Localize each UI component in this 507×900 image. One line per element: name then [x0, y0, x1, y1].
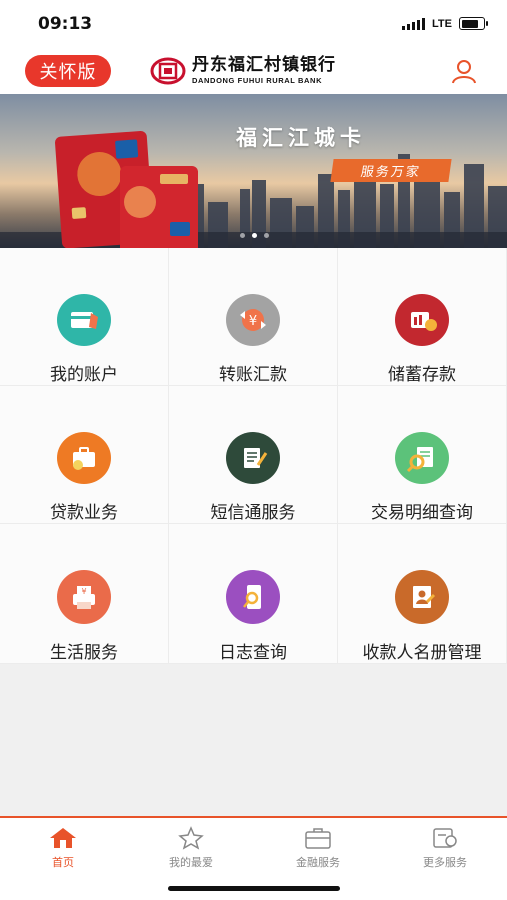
savings-deposit-icon	[395, 294, 449, 346]
loan-briefcase-icon	[57, 432, 111, 484]
more-services-icon	[433, 828, 457, 848]
tab-home[interactable]: 首页	[13, 826, 113, 870]
life-service-printer-icon: ¥	[57, 570, 111, 624]
promo-banner[interactable]: 福汇江城卡 服务万家	[0, 94, 507, 248]
svg-text:¥: ¥	[81, 587, 86, 596]
bank-logo-icon	[150, 57, 186, 85]
signal-strength-icon	[402, 17, 426, 30]
briefcase-icon	[305, 828, 331, 849]
home-icon	[50, 828, 76, 848]
home-indicator[interactable]	[168, 886, 340, 891]
sms-notepad-icon	[226, 432, 280, 484]
bank-name-cn: 丹东福汇村镇银行	[192, 55, 336, 76]
menu-item-transaction-query[interactable]: 交易明细查询	[338, 386, 507, 524]
app-header: 关怀版 丹东福汇村镇银行 DANDONG FUHUI RURAL BANK	[0, 48, 507, 94]
service-menu-grid: 我的账户 ¥ 转账汇款 储蓄存款 贷款业务 短信通服务 交易明细查询 ¥ 生活服…	[0, 248, 507, 664]
star-icon	[178, 826, 204, 850]
log-search-phone-icon	[226, 570, 280, 624]
menu-item-label: 贷款业务	[50, 503, 118, 523]
content-empty-area	[0, 664, 507, 816]
payee-register-icon	[395, 570, 449, 624]
menu-item-label: 交易明细查询	[371, 503, 473, 523]
banner-dot[interactable]	[240, 233, 245, 238]
tab-label: 更多服务	[423, 856, 467, 869]
menu-item-label: 我的账户	[50, 365, 118, 385]
menu-item-label: 生活服务	[50, 643, 118, 663]
menu-item-log-query[interactable]: 日志查询	[169, 524, 338, 664]
banner-title: 福汇江城卡	[236, 126, 366, 150]
network-type: LTE	[432, 17, 452, 30]
menu-item-label: 储蓄存款	[388, 365, 456, 385]
menu-item-my-account[interactable]: 我的账户	[0, 248, 169, 386]
menu-item-label: 转账汇款	[219, 365, 287, 385]
transaction-search-icon	[395, 432, 449, 484]
bank-brand: 丹东福汇村镇银行 DANDONG FUHUI RURAL BANK	[150, 53, 336, 89]
banner-dot[interactable]	[264, 233, 269, 238]
bank-name-en: DANDONG FUHUI RURAL BANK	[192, 76, 323, 86]
account-card-icon	[57, 294, 111, 346]
user-icon[interactable]	[451, 58, 477, 84]
menu-item-label: 短信通服务	[210, 503, 296, 523]
status-time: 09:13	[38, 14, 93, 34]
status-indicators: LTE	[402, 17, 488, 30]
menu-item-payee-register[interactable]: 收款人名册管理	[338, 524, 507, 664]
tab-financial-services[interactable]: 金融服务	[268, 826, 368, 870]
svg-text:¥: ¥	[249, 314, 257, 329]
tab-favorites[interactable]: 我的最爱	[141, 826, 241, 870]
banner-dot-active[interactable]	[252, 233, 257, 238]
menu-item-savings[interactable]: 储蓄存款	[338, 248, 507, 386]
menu-item-sms-service[interactable]: 短信通服务	[169, 386, 338, 524]
menu-item-loan[interactable]: 贷款业务	[0, 386, 169, 524]
care-mode-button[interactable]: 关怀版	[25, 55, 111, 87]
menu-item-label: 收款人名册管理	[362, 643, 482, 663]
status-bar: 09:13 LTE	[0, 0, 507, 48]
banner-pagination[interactable]	[240, 233, 269, 238]
menu-item-life-service[interactable]: ¥ 生活服务	[0, 524, 169, 664]
tab-label: 我的最爱	[169, 856, 213, 869]
banner-slogan: 服务万家	[330, 159, 452, 182]
tab-more-services[interactable]: 更多服务	[395, 826, 495, 870]
battery-icon	[459, 17, 488, 30]
tab-label: 首页	[52, 856, 74, 869]
menu-item-transfer[interactable]: ¥ 转账汇款	[169, 248, 338, 386]
menu-item-label: 日志查询	[219, 643, 287, 663]
transfer-yuan-icon: ¥	[226, 294, 280, 346]
tab-label: 金融服务	[296, 856, 340, 869]
